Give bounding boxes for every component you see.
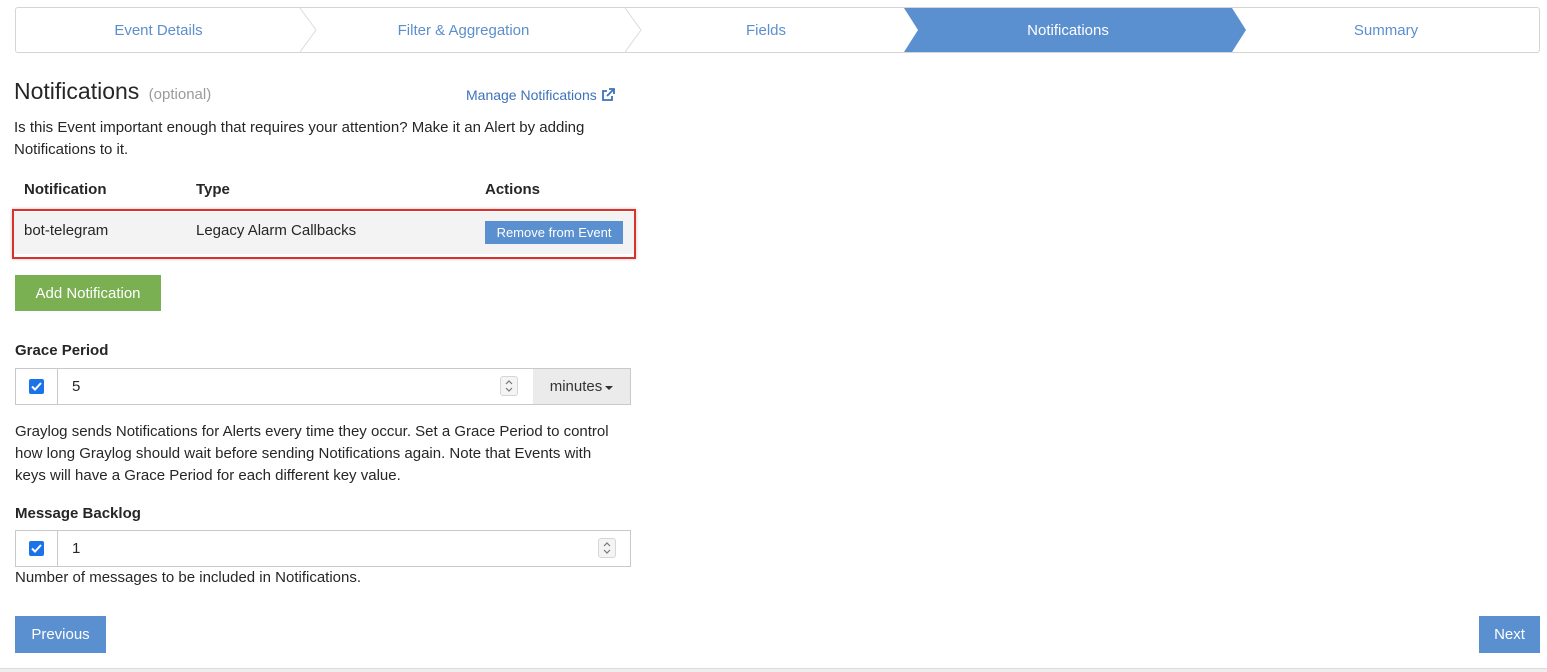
grace-period-help: Graylog sends Notifications for Alerts e… [15, 423, 609, 484]
check-icon [31, 382, 42, 391]
add-notification-button[interactable]: Add Notification [15, 275, 161, 311]
manage-notifications-link[interactable]: Manage Notifications [466, 87, 615, 103]
chevron-up-icon [603, 542, 611, 547]
chevron-down-icon [603, 549, 611, 554]
previous-button[interactable]: Previous [15, 616, 106, 653]
step-notifications[interactable]: Notifications [904, 8, 1232, 52]
message-backlog-input[interactable]: 1 [59, 531, 630, 566]
manage-notifications-label: Manage Notifications [466, 87, 597, 103]
section-description: Is this Event important enough that requ… [14, 119, 585, 158]
step-separator [624, 8, 642, 52]
step-separator [299, 8, 317, 52]
page-bottom-divider [0, 668, 1547, 672]
message-backlog-help: Number of messages to be included in Not… [15, 569, 362, 586]
message-backlog-checkbox[interactable] [29, 541, 44, 556]
step-label: Event Details [114, 21, 203, 39]
message-backlog-input-group: 1 [15, 530, 631, 567]
optional-label: (optional) [148, 86, 212, 103]
step-filter-aggregation[interactable]: Filter & Aggregation [301, 8, 626, 52]
notification-name: bot-telegram [24, 222, 109, 239]
message-backlog-checkbox-addon [16, 531, 58, 566]
step-separator [904, 8, 918, 52]
notification-type: Legacy Alarm Callbacks [196, 222, 357, 239]
caret-down-icon [605, 385, 614, 390]
grace-period-checkbox[interactable] [29, 379, 44, 394]
column-header-notification: Notification [24, 181, 107, 198]
external-link-icon [601, 88, 615, 101]
step-fields[interactable]: Fields [626, 8, 906, 52]
message-backlog-label: Message Backlog [15, 505, 141, 522]
column-header-actions: Actions [485, 181, 541, 198]
message-backlog-stepper[interactable] [598, 538, 616, 558]
remove-from-event-button[interactable]: Remove from Event [485, 221, 623, 244]
column-header-type: Type [196, 181, 230, 198]
message-backlog-value: 1 [72, 540, 81, 557]
step-label: Summary [1353, 21, 1419, 39]
step-label: Filter & Aggregation [397, 21, 530, 39]
section-title: Notifications (optional) [14, 78, 211, 105]
grace-period-checkbox-addon [16, 369, 58, 404]
step-event-details[interactable]: Event Details [16, 8, 301, 52]
grace-period-input-group: 5 minutes [15, 368, 631, 405]
next-button[interactable]: Next [1479, 616, 1540, 653]
section-title-text: Notifications [14, 78, 140, 104]
step-label: Notifications [1027, 21, 1109, 39]
grace-period-unit-dropdown[interactable]: minutes [533, 369, 630, 404]
grace-period-unit: minutes [549, 378, 603, 395]
chevron-down-icon [505, 387, 513, 392]
check-icon [31, 544, 42, 553]
step-label: Fields [745, 21, 786, 39]
chevron-up-icon [505, 380, 513, 385]
grace-period-label: Grace Period [15, 342, 109, 359]
step-separator [1232, 8, 1246, 52]
step-summary[interactable]: Summary [1232, 8, 1539, 52]
wizard-steps: Event Details Filter & Aggregation Field… [15, 7, 1540, 53]
grace-period-input[interactable]: 5 [59, 369, 533, 404]
grace-period-value: 5 [72, 378, 81, 395]
grace-period-stepper[interactable] [500, 376, 518, 396]
